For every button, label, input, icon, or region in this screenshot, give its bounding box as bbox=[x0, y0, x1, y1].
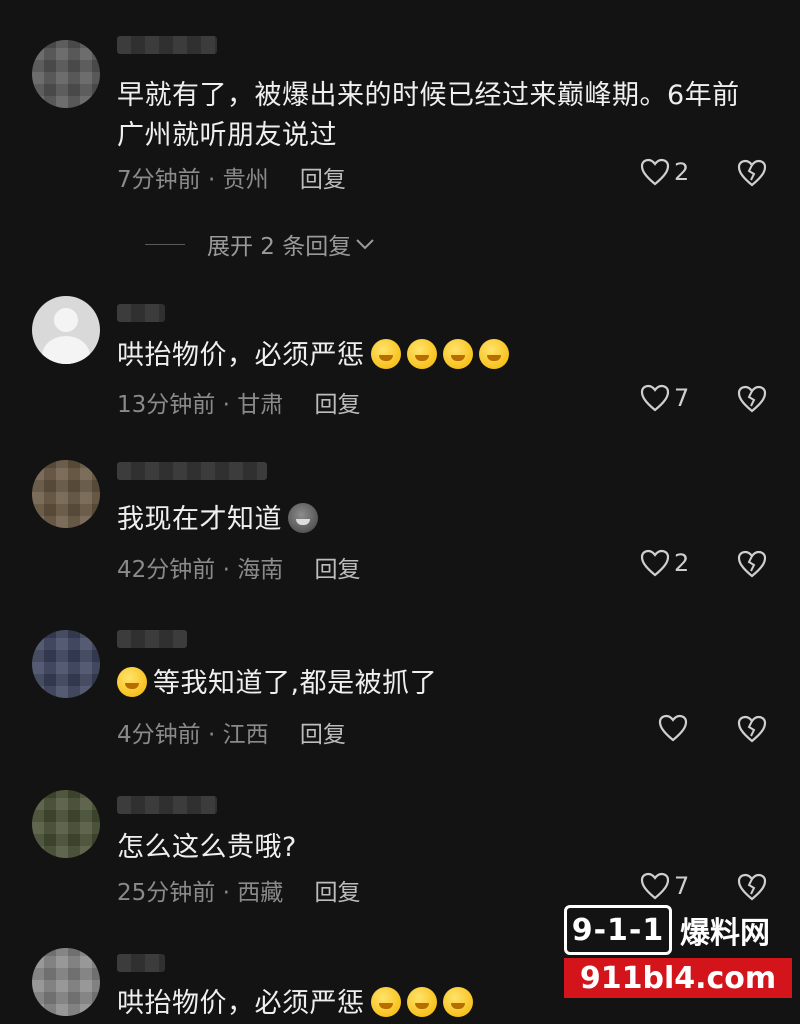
broken-heart-icon bbox=[737, 550, 767, 578]
reply-button[interactable]: 回复 bbox=[300, 722, 346, 748]
username-blurred[interactable] bbox=[117, 796, 217, 814]
like-count: 2 bbox=[674, 549, 690, 577]
heart-icon bbox=[658, 714, 688, 742]
broken-heart-icon bbox=[737, 385, 767, 413]
avatar[interactable] bbox=[32, 460, 100, 528]
broken-heart-icon bbox=[737, 873, 767, 901]
emoji-icon bbox=[406, 987, 437, 1017]
like-button[interactable]: 2 bbox=[640, 549, 689, 577]
expand-replies-label: 展开 2 条回复 bbox=[207, 234, 352, 260]
comment-time: 7分钟前 bbox=[117, 167, 201, 193]
comment-time: 25分钟前 bbox=[117, 880, 216, 906]
watermark-logo: 9-1-1 bbox=[564, 905, 672, 955]
comment-text: 早就有了，被爆出来的时候已经过来巅峰期。6年前广州就听朋友说过 bbox=[117, 80, 740, 151]
username-blurred[interactable] bbox=[117, 630, 187, 648]
reply-button[interactable]: 回复 bbox=[315, 392, 361, 418]
comment-text: 我现在才知道 bbox=[117, 500, 767, 540]
like-count: 2 bbox=[674, 158, 690, 186]
dislike-button[interactable] bbox=[736, 384, 768, 414]
heart-icon bbox=[640, 549, 670, 577]
comment-text: 怎么这么贵哦? bbox=[117, 832, 297, 863]
emoji-icon bbox=[442, 987, 473, 1017]
comment-time: 13分钟前 bbox=[117, 392, 216, 418]
avatar[interactable] bbox=[32, 790, 100, 858]
comment-text: 哄抬物价，必须严惩 bbox=[117, 336, 767, 376]
reply-button[interactable]: 回复 bbox=[315, 880, 361, 906]
watermark: 9-1-1 爆料网 911bl4.com bbox=[564, 905, 792, 1000]
comment-meta: 4分钟前 · 江西 回复 bbox=[117, 722, 346, 748]
expand-replies[interactable]: 展开 2 条回复 bbox=[145, 227, 375, 261]
emoji-icon bbox=[442, 339, 473, 369]
username-blurred[interactable] bbox=[117, 304, 165, 322]
comment-text: 等我知道了,都是被抓了 bbox=[117, 664, 767, 704]
emoji-icon bbox=[370, 987, 401, 1017]
dislike-button[interactable] bbox=[736, 549, 768, 579]
heart-icon bbox=[640, 872, 670, 900]
broken-heart-icon bbox=[737, 715, 767, 743]
dislike-button[interactable] bbox=[736, 714, 768, 744]
comment-meta: 13分钟前 · 甘肃 回复 bbox=[117, 392, 361, 418]
avatar[interactable] bbox=[32, 40, 100, 108]
comment-location: 西藏 bbox=[237, 880, 284, 906]
comment-location: 江西 bbox=[222, 722, 269, 748]
like-button[interactable]: 2 bbox=[640, 158, 689, 186]
dislike-button[interactable] bbox=[736, 872, 768, 902]
heart-icon bbox=[640, 384, 670, 412]
comment-meta: 25分钟前 · 西藏 回复 bbox=[117, 880, 361, 906]
watermark-name: 爆料网 bbox=[680, 916, 770, 951]
comment-location: 海南 bbox=[237, 557, 284, 583]
like-button[interactable]: 7 bbox=[640, 384, 689, 412]
heart-icon bbox=[640, 158, 670, 186]
avatar[interactable] bbox=[32, 948, 100, 1016]
emoji-icon bbox=[478, 339, 509, 369]
comment-time: 4分钟前 bbox=[117, 722, 201, 748]
broken-heart-icon bbox=[737, 159, 767, 187]
like-count: 7 bbox=[674, 872, 690, 900]
avatar[interactable] bbox=[32, 630, 100, 698]
like-button[interactable] bbox=[658, 714, 692, 742]
comment-location: 甘肃 bbox=[237, 392, 284, 418]
comment-meta: 42分钟前 · 海南 回复 bbox=[117, 557, 361, 583]
cat-emoji-icon bbox=[288, 503, 318, 533]
reply-button[interactable]: 回复 bbox=[300, 167, 346, 193]
avatar[interactable] bbox=[32, 296, 100, 364]
dislike-button[interactable] bbox=[736, 158, 768, 188]
username-blurred[interactable] bbox=[117, 954, 165, 972]
comment-location: 贵州 bbox=[222, 167, 269, 193]
comment-time: 42分钟前 bbox=[117, 557, 216, 583]
username-blurred[interactable] bbox=[117, 462, 267, 480]
emoji-icon bbox=[370, 339, 401, 369]
comment-meta: 7分钟前 · 贵州 回复 bbox=[117, 167, 346, 193]
chevron-down-icon bbox=[356, 239, 374, 250]
like-count: 7 bbox=[674, 384, 690, 412]
username-blurred[interactable] bbox=[117, 36, 217, 54]
watermark-url: 911bl4.com bbox=[564, 958, 792, 998]
emoji-icon bbox=[406, 339, 437, 369]
like-button[interactable]: 7 bbox=[640, 872, 689, 900]
sweat-smile-emoji-icon bbox=[117, 667, 147, 697]
reply-button[interactable]: 回复 bbox=[315, 557, 361, 583]
